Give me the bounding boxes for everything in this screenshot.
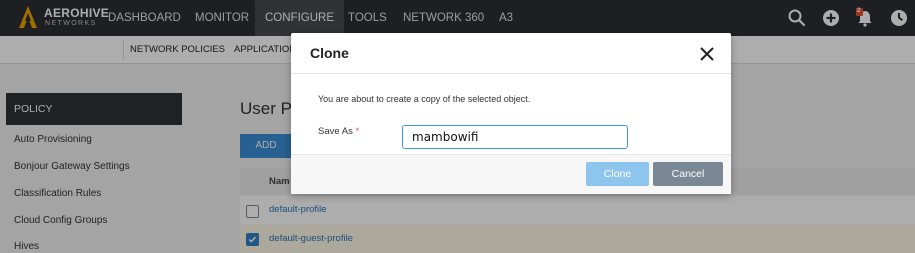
save-as-label: Save As * — [318, 126, 359, 137]
required-marker: * — [355, 126, 360, 137]
dialog-header: Clone — [291, 33, 731, 74]
dialog-footer: Clone Cancel — [291, 154, 731, 194]
clone-dialog: Clone You are about to create a copy of … — [291, 33, 731, 194]
close-icon[interactable] — [699, 46, 715, 62]
dialog-title: Clone — [310, 45, 349, 61]
save-as-label-text: Save As — [318, 126, 353, 137]
save-as-input[interactable] — [402, 125, 628, 149]
clone-button[interactable]: Clone — [586, 162, 649, 186]
cancel-button[interactable]: Cancel — [653, 162, 723, 186]
dialog-message: You are about to create a copy of the se… — [318, 94, 531, 104]
